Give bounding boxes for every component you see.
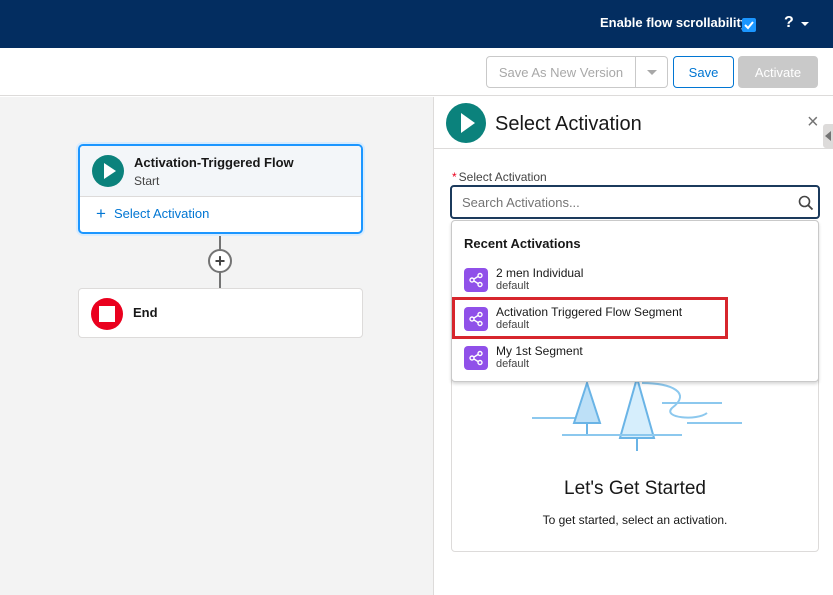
field-label-text: Select Activation bbox=[458, 170, 547, 184]
empty-state-card: Let's Get Started To get started, select… bbox=[451, 352, 819, 552]
chevron-left-icon bbox=[825, 131, 831, 141]
play-icon bbox=[92, 155, 124, 187]
activation-dropdown: Recent Activations 2 men Individual defa… bbox=[451, 220, 819, 382]
save-button[interactable]: Save bbox=[673, 56, 734, 88]
segment-icon bbox=[464, 346, 488, 370]
save-options-dropdown-button[interactable] bbox=[636, 56, 668, 88]
end-element[interactable]: End bbox=[78, 288, 363, 338]
collapse-panel-tab[interactable] bbox=[823, 124, 833, 148]
start-element-header: Activation-Triggered Flow Start bbox=[80, 146, 361, 197]
empty-state-title: Let's Get Started bbox=[564, 478, 706, 499]
search-activations-input[interactable] bbox=[462, 192, 782, 212]
start-element[interactable]: Activation-Triggered Flow Start + Select… bbox=[78, 144, 363, 234]
select-activation-link-label: Select Activation bbox=[113, 206, 210, 221]
check-icon bbox=[744, 21, 754, 30]
activation-subtitle: default bbox=[496, 280, 530, 292]
panel-title: Select Activation bbox=[495, 113, 642, 135]
list-item[interactable]: My 1st Segment default bbox=[452, 339, 818, 377]
search-activations-field[interactable] bbox=[450, 185, 820, 219]
end-element-title: End bbox=[133, 305, 158, 320]
segment-icon bbox=[464, 268, 488, 292]
global-header: Enable flow scrollability ? bbox=[0, 0, 833, 48]
activation-name: 2 men Individual bbox=[496, 266, 584, 280]
stop-icon bbox=[91, 298, 123, 330]
activation-name: My 1st Segment bbox=[496, 344, 583, 358]
start-element-title: Activation-Triggered Flow bbox=[134, 155, 294, 170]
list-item[interactable]: 2 men Individual default bbox=[452, 261, 818, 299]
save-as-new-version-button[interactable]: Save As New Version bbox=[486, 56, 636, 88]
help-icon[interactable]: ? bbox=[784, 14, 794, 32]
search-icon bbox=[798, 195, 814, 211]
chevron-down-icon bbox=[646, 69, 657, 75]
panel-header: Select Activation × bbox=[434, 97, 833, 149]
activate-button[interactable]: Activate bbox=[738, 56, 818, 88]
required-marker: * bbox=[452, 170, 457, 184]
scrollability-label: Enable flow scrollability bbox=[600, 15, 749, 30]
property-panel: Select Activation × *Select Activation L… bbox=[433, 97, 833, 595]
dropdown-heading: Recent Activations bbox=[464, 236, 581, 251]
select-activation-link[interactable]: + Select Activation bbox=[96, 204, 210, 223]
close-icon[interactable]: × bbox=[807, 111, 819, 134]
play-icon bbox=[446, 103, 486, 143]
add-element-button[interactable]: + bbox=[208, 249, 232, 273]
plus-icon: + bbox=[96, 204, 106, 223]
builder-toolbar: Save As New Version Save Activate bbox=[0, 48, 833, 96]
trees-illustration-icon bbox=[532, 374, 742, 451]
activation-subtitle: default bbox=[496, 358, 530, 370]
start-element-subtitle: Start bbox=[134, 174, 160, 188]
highlight-box bbox=[452, 297, 728, 339]
select-activation-label: * Select Activation bbox=[452, 170, 547, 184]
scrollability-checkbox[interactable] bbox=[742, 18, 756, 32]
chevron-down-icon[interactable] bbox=[801, 22, 809, 26]
empty-state-subtitle: To get started, select an activation. bbox=[542, 513, 728, 527]
